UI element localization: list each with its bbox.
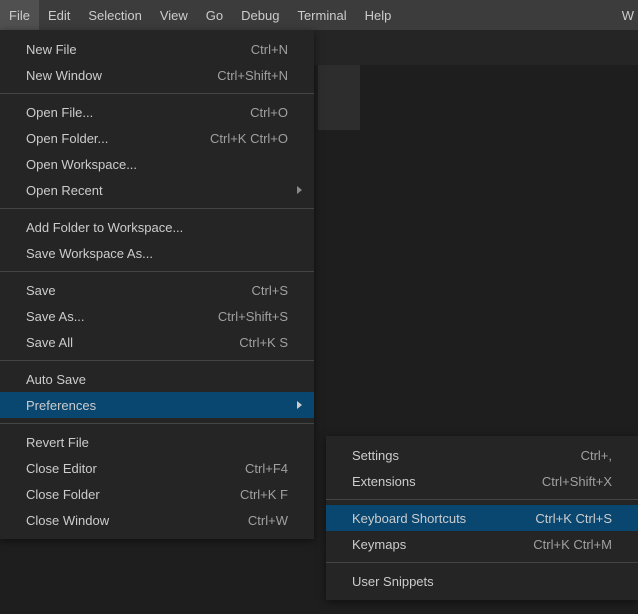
pref-menu-item-keymaps[interactable]: KeymapsCtrl+K Ctrl+M (326, 531, 638, 557)
pref-menu-item-settings[interactable]: SettingsCtrl+, (326, 442, 638, 468)
file-menu-separator (0, 208, 314, 209)
menubar-item-debug[interactable]: Debug (232, 0, 288, 30)
file-menu-item-revert-file[interactable]: Revert File (0, 429, 314, 455)
menu-item-shortcut: Ctrl+K Ctrl+O (190, 131, 288, 146)
menu-item-label: Open Folder... (26, 131, 190, 146)
file-menu-item-open-workspace[interactable]: Open Workspace... (0, 151, 314, 177)
file-menu-item-save-workspace-as[interactable]: Save Workspace As... (0, 240, 314, 266)
file-menu-item-save[interactable]: SaveCtrl+S (0, 277, 314, 303)
menu-item-shortcut: Ctrl+Shift+X (522, 474, 612, 489)
file-menu-item-open-file[interactable]: Open File...Ctrl+O (0, 99, 314, 125)
menubar-item-help[interactable]: Help (356, 0, 401, 30)
menu-item-label: Add Folder to Workspace... (26, 220, 288, 235)
editor-tab-placeholder (318, 65, 360, 130)
file-menu-separator (0, 360, 314, 361)
pref-menu-item-extensions[interactable]: ExtensionsCtrl+Shift+X (326, 468, 638, 494)
menu-item-label: Open Recent (26, 183, 288, 198)
menubar: FileEditSelectionViewGoDebugTerminalHelp… (0, 0, 638, 30)
menu-item-label: Keymaps (352, 537, 513, 552)
file-menu-item-close-folder[interactable]: Close FolderCtrl+K F (0, 481, 314, 507)
preferences-submenu: SettingsCtrl+,ExtensionsCtrl+Shift+XKeyb… (326, 436, 638, 600)
menu-item-label: Save Workspace As... (26, 246, 288, 261)
file-menu-item-open-recent[interactable]: Open Recent (0, 177, 314, 203)
menubar-item-view[interactable]: View (151, 0, 197, 30)
chevron-right-icon (297, 401, 302, 409)
menu-item-shortcut: Ctrl+W (228, 513, 288, 528)
menu-item-label: Preferences (26, 398, 288, 413)
menubar-item-edit[interactable]: Edit (39, 0, 79, 30)
file-menu-item-save-all[interactable]: Save AllCtrl+K S (0, 329, 314, 355)
menu-item-shortcut: Ctrl+Shift+S (198, 309, 288, 324)
file-menu-item-close-editor[interactable]: Close EditorCtrl+F4 (0, 455, 314, 481)
file-menu-separator (0, 93, 314, 94)
menu-item-label: Close Folder (26, 487, 220, 502)
file-menu-separator (0, 271, 314, 272)
file-menu-dropdown: New FileCtrl+NNew WindowCtrl+Shift+NOpen… (0, 30, 314, 539)
pref-menu-item-user-snippets[interactable]: User Snippets (326, 568, 638, 594)
menu-item-label: User Snippets (352, 574, 612, 589)
menu-item-shortcut: Ctrl+K Ctrl+S (515, 511, 612, 526)
menu-item-shortcut: Ctrl+K Ctrl+M (513, 537, 612, 552)
menubar-item-go[interactable]: Go (197, 0, 232, 30)
menu-item-label: Save All (26, 335, 219, 350)
menu-item-label: New File (26, 42, 231, 57)
menu-item-shortcut: Ctrl+F4 (225, 461, 288, 476)
menu-item-label: Settings (352, 448, 561, 463)
menu-item-shortcut: Ctrl+Shift+N (197, 68, 288, 83)
menu-item-shortcut: Ctrl+K S (219, 335, 288, 350)
file-menu-item-close-window[interactable]: Close WindowCtrl+W (0, 507, 314, 533)
file-menu-item-open-folder[interactable]: Open Folder...Ctrl+K Ctrl+O (0, 125, 314, 151)
menubar-item-file[interactable]: File (0, 0, 39, 30)
menu-item-label: New Window (26, 68, 197, 83)
file-menu-item-auto-save[interactable]: Auto Save (0, 366, 314, 392)
menu-item-shortcut: Ctrl+N (231, 42, 288, 57)
menu-item-shortcut: Ctrl+K F (220, 487, 288, 502)
menu-item-label: Save As... (26, 309, 198, 324)
menu-item-label: Auto Save (26, 372, 288, 387)
file-menu-item-new-file[interactable]: New FileCtrl+N (0, 36, 314, 62)
pref-menu-separator (326, 562, 638, 563)
pref-menu-separator (326, 499, 638, 500)
file-menu-item-preferences[interactable]: Preferences (0, 392, 314, 418)
menu-item-label: Revert File (26, 435, 288, 450)
menu-item-label: Close Window (26, 513, 228, 528)
file-menu-item-new-window[interactable]: New WindowCtrl+Shift+N (0, 62, 314, 88)
pref-menu-item-keyboard-shortcuts[interactable]: Keyboard ShortcutsCtrl+K Ctrl+S (326, 505, 638, 531)
menu-item-label: Open File... (26, 105, 230, 120)
menu-item-shortcut: Ctrl+O (230, 105, 288, 120)
menu-item-shortcut: Ctrl+, (561, 448, 612, 463)
menu-item-label: Save (26, 283, 232, 298)
file-menu-separator (0, 423, 314, 424)
title-fragment: W (622, 8, 638, 23)
menu-item-label: Extensions (352, 474, 522, 489)
menu-item-shortcut: Ctrl+S (232, 283, 288, 298)
menu-item-label: Close Editor (26, 461, 225, 476)
file-menu-item-add-folder-to-workspace[interactable]: Add Folder to Workspace... (0, 214, 314, 240)
menu-item-label: Open Workspace... (26, 157, 288, 172)
menubar-item-selection[interactable]: Selection (79, 0, 150, 30)
menu-item-label: Keyboard Shortcuts (352, 511, 515, 526)
file-menu-item-save-as[interactable]: Save As...Ctrl+Shift+S (0, 303, 314, 329)
menubar-item-terminal[interactable]: Terminal (288, 0, 355, 30)
chevron-right-icon (297, 186, 302, 194)
